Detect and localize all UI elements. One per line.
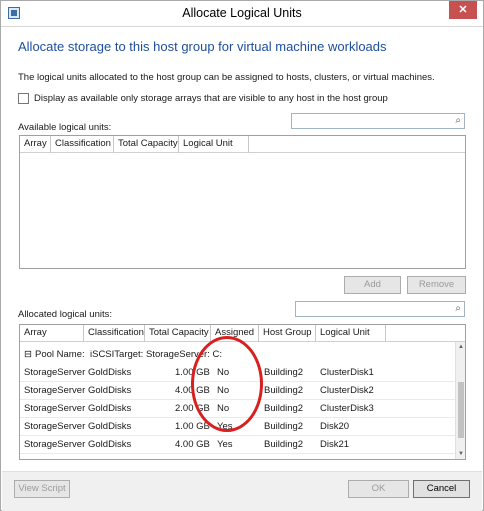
cell-array: StorageServer xyxy=(24,439,86,450)
checkbox-label: Display as available only storage arrays… xyxy=(34,93,388,104)
close-icon[interactable]: ✕ xyxy=(449,1,477,19)
cell-array: StorageServer xyxy=(24,385,86,396)
cell-assigned: No xyxy=(217,385,230,396)
ok-button[interactable]: OK xyxy=(348,480,409,498)
group-expander-icon[interactable]: ⊟ xyxy=(24,349,32,360)
available-search-input[interactable]: ⌕ xyxy=(291,113,465,129)
description-text: The logical units allocated to the host … xyxy=(18,72,435,83)
allocated-grid-header: Array Classification Total Capacity Assi… xyxy=(20,325,465,342)
column-header-assigned[interactable]: Assigned xyxy=(211,325,259,342)
column-header-total-capacity[interactable]: Total Capacity xyxy=(114,136,179,153)
cell-total-capacity: 4.00 GB xyxy=(175,439,210,450)
visible-arrays-checkbox[interactable] xyxy=(18,93,29,104)
cell-classification: GoldDisks xyxy=(88,385,132,396)
title-bar: Allocate Logical Units ✕ xyxy=(1,1,483,27)
table-row[interactable]: StorageServer GoldDisks 1.00 GB No Build… xyxy=(20,363,455,382)
column-header-array[interactable]: Array xyxy=(20,325,84,342)
cell-total-capacity: 1.00 GB xyxy=(175,421,210,432)
table-row[interactable]: StorageServer GoldDisks 2.00 GB No Build… xyxy=(20,399,455,418)
cell-classification: GoldDisks xyxy=(88,403,132,414)
cell-total-capacity: 2.00 GB xyxy=(175,403,210,414)
cell-host-group: Building2 xyxy=(264,439,304,450)
column-header-array[interactable]: Array xyxy=(20,136,51,153)
allocated-search-input[interactable]: ⌕ xyxy=(295,301,465,317)
cell-logical-unit: ClusterDisk2 xyxy=(320,385,374,396)
available-units-grid: Array Classification Total Capacity Logi… xyxy=(19,135,466,269)
scroll-down-icon[interactable]: ▼ xyxy=(456,449,465,459)
allocated-units-label: Allocated logical units: xyxy=(18,309,112,320)
add-button[interactable]: Add xyxy=(344,276,401,294)
column-header-total-capacity[interactable]: Total Capacity xyxy=(145,325,211,342)
column-header-host-group[interactable]: Host Group xyxy=(259,325,316,342)
column-header-logical-unit[interactable]: Logical Unit xyxy=(316,325,386,342)
column-header-logical-unit[interactable]: Logical Unit xyxy=(179,136,249,153)
column-header-classification[interactable]: Classification xyxy=(51,136,114,153)
cell-host-group: Building2 xyxy=(264,421,304,432)
scroll-up-icon[interactable]: ▲ xyxy=(456,342,465,352)
cell-total-capacity: 4.00 GB xyxy=(175,385,210,396)
allocated-units-grid: Array Classification Total Capacity Assi… xyxy=(19,324,466,460)
cell-host-group: Building2 xyxy=(264,403,304,414)
cell-classification: GoldDisks xyxy=(88,439,132,450)
remove-button[interactable]: Remove xyxy=(407,276,466,294)
cell-array: StorageServer xyxy=(24,367,86,378)
search-icon: ⌕ xyxy=(455,303,461,314)
cell-logical-unit: Disk21 xyxy=(320,439,350,450)
dialog-footer: View Script OK Cancel xyxy=(2,471,482,511)
cell-array: StorageServer xyxy=(24,421,86,432)
pool-name-label: Pool Name: xyxy=(35,349,85,360)
table-row[interactable]: StorageServer GoldDisks 4.00 GB Yes Buil… xyxy=(20,435,455,454)
cell-logical-unit: Disk20 xyxy=(320,421,350,432)
page-heading: Allocate storage to this host group for … xyxy=(18,39,387,54)
dialog-window: Allocate Logical Units ✕ Allocate storag… xyxy=(0,0,484,511)
pool-name-value: iSCSITarget: StorageServer: C: xyxy=(90,349,222,360)
cell-assigned: No xyxy=(217,403,230,414)
cell-host-group: Building2 xyxy=(264,385,304,396)
view-script-button[interactable]: View Script xyxy=(14,480,70,498)
cell-logical-unit: ClusterDisk1 xyxy=(320,367,374,378)
window-title: Allocate Logical Units xyxy=(182,6,302,20)
pool-group-row[interactable]: ⊟ Pool Name: iSCSITarget: StorageServer:… xyxy=(20,345,455,364)
cell-logical-unit: ClusterDisk3 xyxy=(320,403,374,414)
cell-array: StorageServer xyxy=(24,403,86,414)
table-row[interactable]: StorageServer GoldDisks 1.00 GB Yes Buil… xyxy=(20,417,455,436)
search-icon: ⌕ xyxy=(455,115,461,126)
scroll-thumb[interactable] xyxy=(458,382,464,438)
cell-assigned: Yes xyxy=(217,421,233,432)
column-header-classification[interactable]: Classification xyxy=(84,325,145,342)
table-row[interactable]: StorageServer GoldDisks 4.00 GB No Build… xyxy=(20,381,455,400)
cell-host-group: Building2 xyxy=(264,367,304,378)
available-grid-header: Array Classification Total Capacity Logi… xyxy=(20,136,465,153)
cell-total-capacity: 1.00 GB xyxy=(175,367,210,378)
cell-classification: GoldDisks xyxy=(88,367,132,378)
cell-assigned: No xyxy=(217,367,230,378)
cell-classification: GoldDisks xyxy=(88,421,132,432)
available-units-label: Available logical units: xyxy=(18,122,112,133)
cancel-button[interactable]: Cancel xyxy=(413,480,470,498)
vertical-scrollbar[interactable]: ▲ ▼ xyxy=(455,342,465,459)
cell-assigned: Yes xyxy=(217,439,233,450)
